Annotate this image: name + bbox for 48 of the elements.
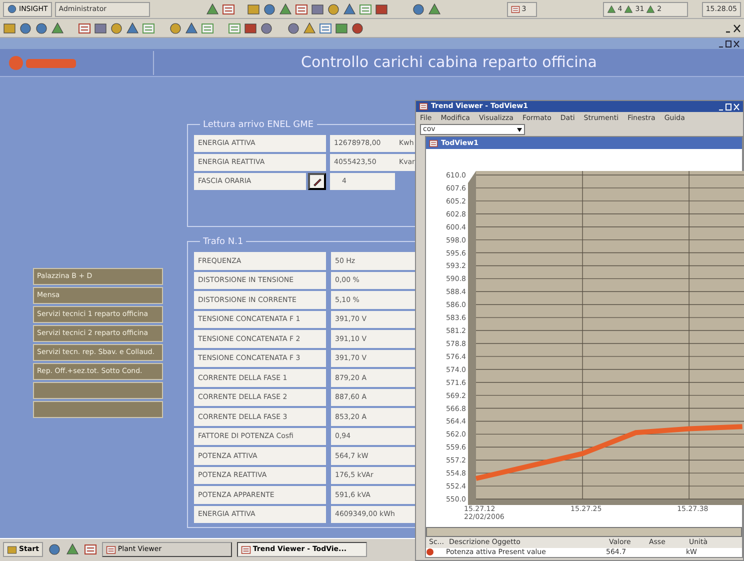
toolbar-icon[interactable] bbox=[310, 2, 324, 16]
toolbar-icon[interactable] bbox=[185, 22, 198, 34]
toolbar-icon[interactable] bbox=[351, 22, 364, 34]
toolbar-icon[interactable] bbox=[206, 2, 219, 16]
toolbar-icon[interactable] bbox=[35, 22, 48, 34]
status-dot-icon bbox=[426, 548, 434, 556]
toolbar-icon[interactable] bbox=[358, 2, 372, 16]
scroll-bar[interactable] bbox=[426, 527, 742, 537]
toolbar-icon[interactable] bbox=[142, 22, 155, 34]
edit-button[interactable] bbox=[308, 173, 326, 190]
toolbar-icon[interactable] bbox=[3, 22, 16, 34]
toolbar-icon[interactable] bbox=[246, 2, 260, 16]
toolbar-icon[interactable] bbox=[19, 22, 32, 34]
toolbar-icon bbox=[510, 4, 520, 14]
toolbar-icon[interactable] bbox=[287, 22, 300, 34]
window-controls-icon[interactable] bbox=[725, 24, 741, 32]
dropdown-arrow-icon[interactable] bbox=[515, 125, 524, 134]
toolbar-icon[interactable] bbox=[110, 22, 123, 34]
window-icon bbox=[240, 544, 251, 554]
toolbar-icon[interactable] bbox=[342, 2, 356, 16]
toolbar-icon[interactable] bbox=[260, 22, 273, 34]
toolbar-icon[interactable] bbox=[303, 22, 316, 34]
toolbar-icon[interactable] bbox=[94, 22, 107, 34]
toolbar-icon[interactable] bbox=[428, 2, 441, 16]
toolbar-icon[interactable] bbox=[374, 2, 388, 16]
toolbar-icon[interactable] bbox=[222, 2, 235, 16]
quick-launch-icon[interactable] bbox=[66, 543, 79, 556]
pencil-icon bbox=[312, 176, 322, 186]
toolbar-icon[interactable] bbox=[278, 2, 292, 16]
toolbar-icon[interactable] bbox=[51, 22, 64, 34]
toolbar-icon[interactable] bbox=[412, 2, 425, 16]
toolbar-icon[interactable] bbox=[78, 22, 91, 34]
toolbar-icon[interactable] bbox=[335, 22, 348, 34]
toolbar-icon[interactable] bbox=[244, 22, 257, 34]
window-icon bbox=[106, 544, 116, 554]
toolbar-icon[interactable] bbox=[326, 2, 340, 16]
toolbar-icon[interactable] bbox=[262, 2, 276, 16]
toolbar-icon[interactable] bbox=[228, 22, 241, 34]
quick-launch-icon[interactable] bbox=[84, 543, 97, 556]
quick-launch-icon[interactable] bbox=[48, 543, 61, 556]
logo-drawing bbox=[8, 54, 78, 70]
toolbar-icon[interactable] bbox=[294, 2, 308, 16]
toolbar-icon[interactable] bbox=[169, 22, 182, 34]
page-title: Controllo carichi cabina reparto officina bbox=[300, 52, 598, 74]
toolbar-icon[interactable] bbox=[201, 22, 214, 34]
window-controls-icon[interactable] bbox=[718, 40, 740, 48]
toolbar-icon[interactable] bbox=[126, 22, 139, 34]
toolbar-icon[interactable] bbox=[319, 22, 332, 34]
